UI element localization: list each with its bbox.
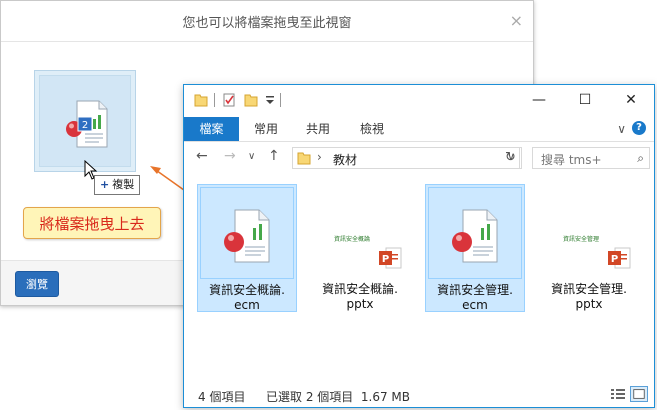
help-icon[interactable]: ?	[632, 121, 646, 135]
close-button[interactable]: ✕	[608, 85, 654, 116]
breadcrumb-folder[interactable]: 教材	[333, 151, 357, 168]
large-icons-view-icon[interactable]	[630, 386, 648, 402]
status-bar: 4 個項目 已選取 2 個項目 1.67 MB	[184, 383, 654, 407]
expand-ribbon-chevron-icon[interactable]: ∨	[617, 122, 626, 136]
file-item[interactable]: 資訊安全概論 P 資訊安全概論. pptx	[310, 184, 410, 312]
quick-access-divider-2	[280, 93, 281, 107]
dialog-title: 您也可以將檔案拖曳至此視窗	[182, 16, 352, 31]
ribbon-tabs: 檔案 常用 共用 檢視 ∨ ?	[184, 117, 654, 142]
file-thumbnail: 資訊安全概論 P	[312, 186, 406, 278]
search-icon: ⌕	[637, 151, 644, 165]
item-count: 4 個項目	[198, 390, 246, 404]
search-placeholder: 搜尋 tms+	[541, 153, 602, 167]
file-item[interactable]: 資訊安全概論. ecm	[197, 184, 297, 312]
tab-home[interactable]: 常用	[244, 117, 288, 141]
ecm-file-icon	[452, 209, 498, 263]
tab-view[interactable]: 檢視	[350, 117, 394, 141]
powerpoint-icon: P	[379, 247, 402, 269]
explorer-titlebar[interactable]: — ☐ ✕	[184, 85, 654, 117]
pptx-thumbnail-title: 資訊安全概論	[334, 236, 371, 243]
file-thumbnail: 資訊安全管理 P	[541, 186, 635, 278]
instruction-callout: 將檔案拖曳上去	[23, 207, 161, 239]
ghost-count-badge: 2	[82, 120, 88, 131]
file-name-line2: ecm	[462, 298, 488, 312]
breadcrumb-separator: ›	[317, 150, 322, 164]
address-bar[interactable]: › 教材 ∨	[292, 147, 520, 169]
svg-text:P: P	[382, 254, 389, 265]
search-input[interactable]: 搜尋 tms+ ⌕	[532, 147, 650, 169]
up-button[interactable]: ↑	[268, 148, 280, 164]
copy-tooltip-label: 複製	[112, 178, 135, 191]
dialog-close-button[interactable]: ×	[510, 11, 523, 30]
folder-icon	[297, 152, 311, 165]
plus-icon: +	[100, 178, 110, 191]
file-name-line2: pptx	[575, 297, 603, 311]
tab-share[interactable]: 共用	[296, 117, 340, 141]
back-button[interactable]: ←	[196, 148, 208, 164]
address-row: ← → ∨ ↑ › 教材 ∨ ↻ 搜尋 tms+ ⌕	[184, 142, 654, 174]
customize-toolbar-icon[interactable]	[264, 93, 276, 107]
folder-icon	[194, 94, 208, 107]
new-folder-icon[interactable]	[244, 93, 258, 107]
ecm-file-icon: 2	[66, 100, 108, 148]
file-item[interactable]: 資訊安全管理 P 資訊安全管理. pptx	[539, 184, 639, 312]
drag-ghost: 2	[34, 70, 136, 172]
file-name-line1: 資訊安全概論.	[322, 282, 398, 296]
file-name-line1: 資訊安全概論.	[209, 283, 285, 297]
recent-locations-button[interactable]: ∨	[248, 151, 255, 162]
maximize-button[interactable]: ☐	[562, 85, 608, 116]
svg-text:P: P	[611, 254, 618, 265]
file-thumbnail	[428, 187, 522, 279]
pptx-thumbnail-title: 資訊安全管理	[563, 236, 600, 243]
browse-button[interactable]: 瀏覽	[15, 271, 59, 297]
forward-button[interactable]: →	[224, 148, 236, 164]
file-list: 資訊安全概論. ecm 資訊安全概論 P 資訊安全概論. pptx 資訊安全管理…	[184, 175, 654, 375]
quick-access-divider	[214, 93, 215, 107]
file-name-line2: pptx	[346, 297, 374, 311]
minimize-button[interactable]: —	[516, 85, 562, 116]
properties-icon[interactable]	[222, 93, 236, 107]
file-thumbnail	[200, 187, 294, 279]
file-explorer-window: — ☐ ✕ 檔案 常用 共用 檢視 ∨ ? ← → ∨ ↑ › 教材 ∨ ↻ 搜…	[183, 84, 655, 408]
tab-file[interactable]: 檔案	[184, 117, 239, 141]
drag-copy-tooltip: + 複製	[94, 175, 141, 195]
file-name-line2: ecm	[234, 298, 260, 312]
selection-info: 已選取 2 個項目 1.67 MB	[266, 390, 411, 404]
file-name-line1: 資訊安全管理.	[437, 283, 513, 297]
details-view-icon[interactable]	[610, 387, 626, 401]
file-item[interactable]: 資訊安全管理. ecm	[425, 184, 525, 312]
file-name-line1: 資訊安全管理.	[551, 282, 627, 296]
powerpoint-icon: P	[608, 247, 631, 269]
dialog-header: 您也可以將檔案拖曳至此視窗 ×	[1, 1, 533, 42]
ecm-file-icon	[224, 209, 270, 263]
refresh-button[interactable]: ↻	[500, 147, 522, 169]
